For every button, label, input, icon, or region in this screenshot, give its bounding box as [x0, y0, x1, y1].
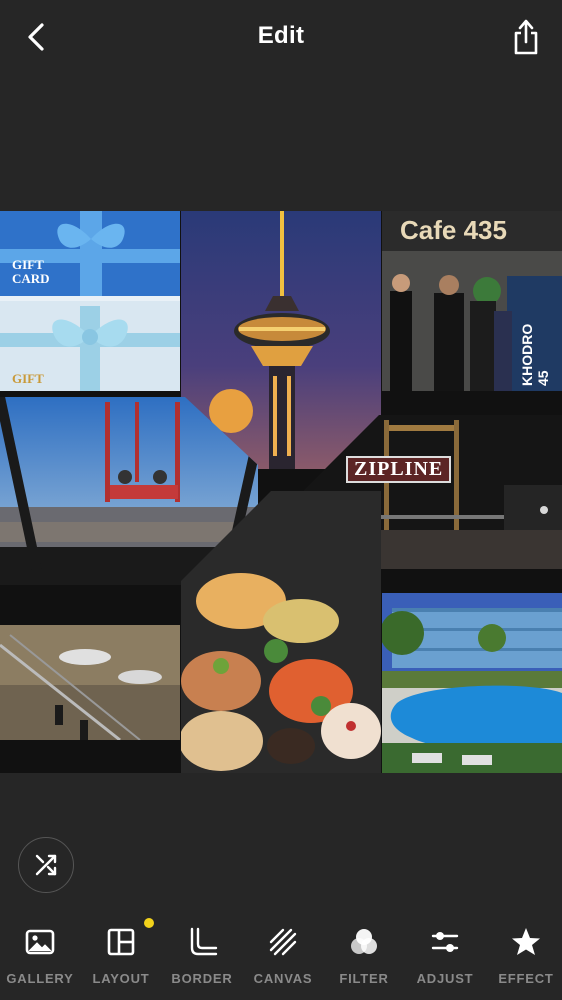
tool-layout[interactable]: LAYOUT — [81, 918, 161, 1000]
page-title: Edit — [257, 22, 305, 49]
tool-canvas[interactable]: CANVAS — [243, 918, 323, 1000]
adjust-icon — [431, 932, 459, 952]
zipline-sign-text: ZIPLINE — [346, 456, 452, 483]
shuffle-button[interactable] — [18, 837, 74, 893]
share-icon — [514, 19, 538, 55]
new-feature-badge — [144, 918, 154, 928]
tool-effect-label: EFFECT — [498, 971, 554, 986]
tool-effect[interactable]: EFFECT — [486, 918, 562, 1000]
tool-gallery[interactable]: GALLERY — [0, 918, 80, 1000]
tool-filter[interactable]: FILTER — [324, 918, 404, 1000]
bottom-toolbar: GALLERY LAYOUT BORDER CANVAS FILTER ADJU… — [0, 918, 562, 1000]
cafe-sign-text: Cafe 435 — [400, 215, 507, 245]
filter-icon — [351, 929, 377, 954]
khodro-banner-text: KHODRO 45 — [519, 323, 551, 386]
canvas-icon — [269, 928, 297, 956]
gift-card-text-2: CARD — [12, 271, 50, 286]
layout-icon — [107, 928, 135, 956]
photo-collage[interactable]: GIFT CARD GIFT Cafe 435 KHODRO 45 ZIPLIN… — [0, 211, 562, 773]
tool-adjust[interactable]: ADJUST — [405, 918, 485, 1000]
shuffle-icon — [35, 854, 57, 876]
share-button[interactable] — [510, 18, 542, 58]
tool-border[interactable]: BORDER — [162, 918, 242, 1000]
gift-card-text-3: GIFT — [12, 371, 44, 386]
image-icon — [25, 929, 55, 955]
photo-cafe-435[interactable]: Cafe 435 KHODRO 45 — [382, 211, 562, 391]
photo-pulley-ride[interactable] — [0, 625, 180, 740]
star-icon — [512, 928, 540, 955]
photo-gift-card[interactable]: GIFT CARD GIFT — [0, 211, 180, 391]
top-bar: Edit — [0, 0, 562, 76]
photo-hotel-pool[interactable] — [382, 593, 562, 773]
border-icon — [190, 927, 218, 956]
